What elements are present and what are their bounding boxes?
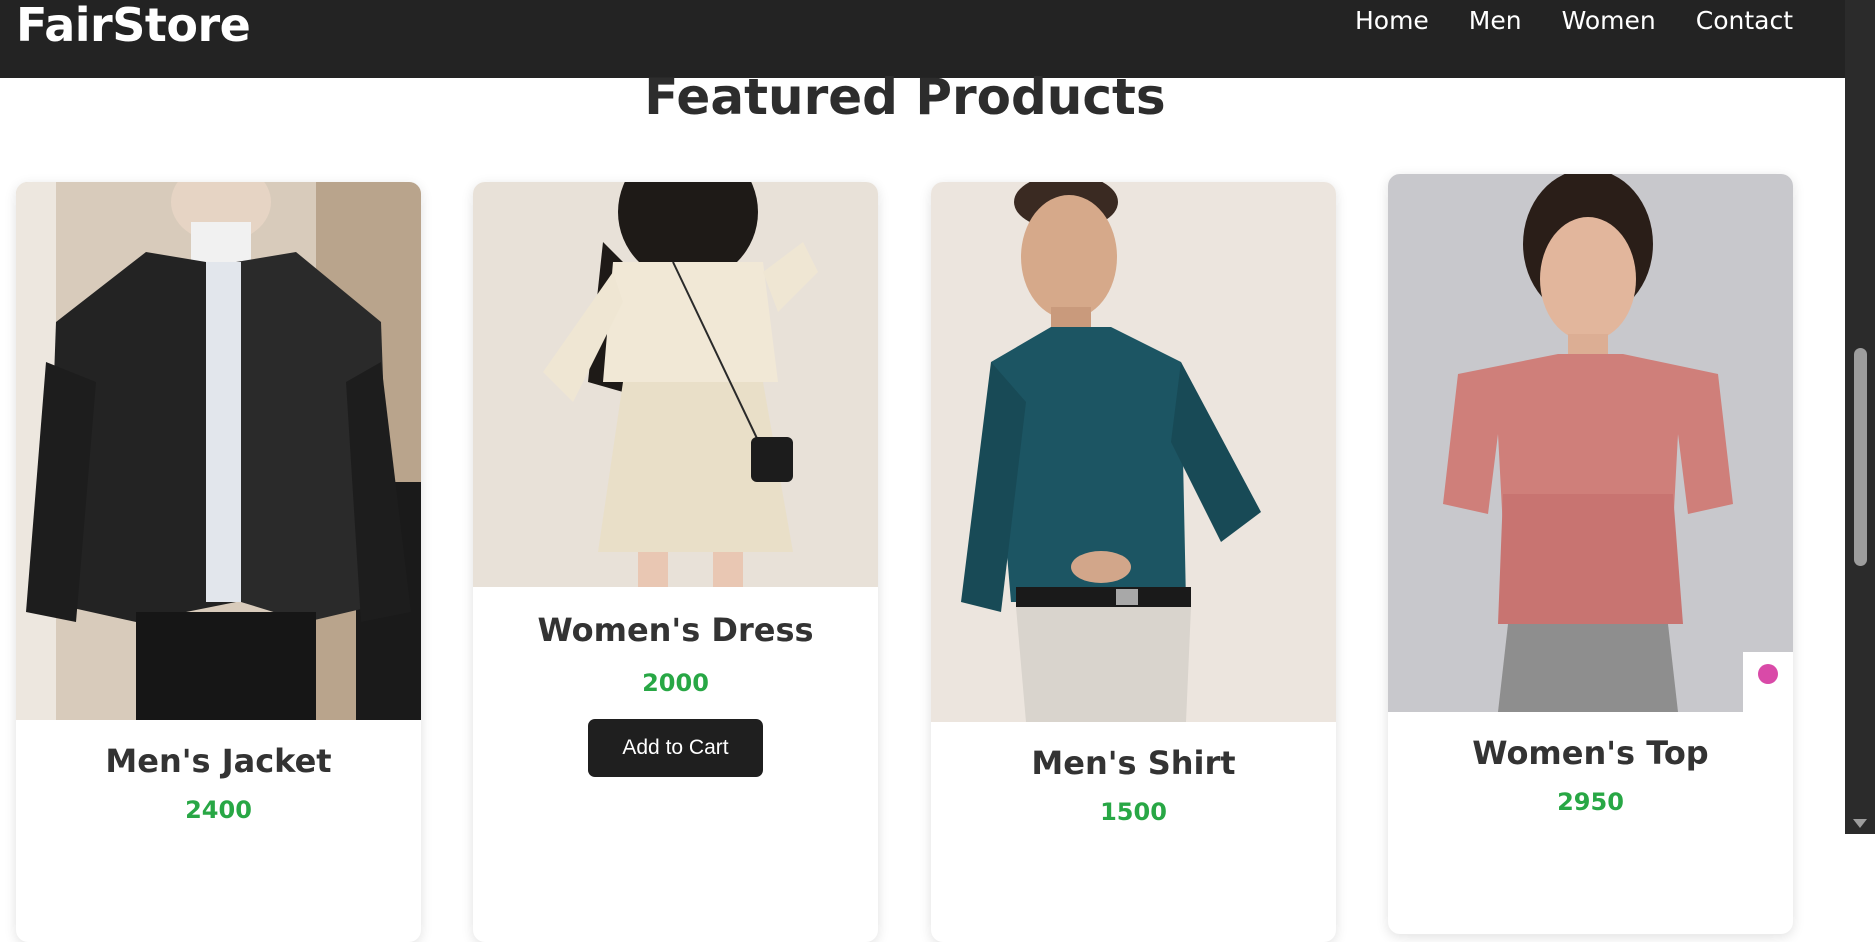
product-name: Men's Jacket [105,742,332,780]
product-card-womens-dress[interactable]: Women's Dress 2000 Add to Cart [473,182,878,942]
product-price: 2950 [1557,788,1624,816]
nav-women-link[interactable]: Women [1562,6,1656,35]
product-image-mens-jacket[interactable] [16,182,421,720]
scroll-down-arrow-icon[interactable] [1853,819,1867,828]
add-to-cart-button[interactable]: Add to Cart [588,719,763,777]
nav-home-link[interactable]: Home [1355,6,1429,35]
nav-links: Home Men Women Contact [1355,6,1793,35]
product-card-mens-shirt[interactable]: Men's Shirt 1500 [931,182,1336,942]
product-image-mens-shirt[interactable] [931,182,1336,722]
featured-products-title: Featured Products [644,68,1166,126]
scrollbar-thumb[interactable] [1854,348,1867,566]
product-name: Women's Top [1472,734,1709,772]
navbar: FairStore Home Men Women Contact [0,0,1845,78]
product-name: Men's Shirt [1031,744,1236,782]
product-price: 1500 [1100,798,1167,826]
product-card-womens-top[interactable]: Women's Top 2950 [1388,174,1793,934]
product-price: 2400 [185,796,252,824]
nav-contact-link[interactable]: Contact [1696,6,1793,35]
product-card-mens-jacket[interactable]: Men's Jacket 2400 [16,182,421,942]
nav-men-link[interactable]: Men [1469,6,1522,35]
product-image-womens-top[interactable] [1388,174,1793,712]
brand-logo[interactable]: FairStore [16,0,251,52]
product-name: Women's Dress [537,611,814,649]
product-image-womens-dress[interactable] [473,182,878,587]
product-price: 2000 [642,669,709,697]
page-scrollbar[interactable] [1845,0,1875,834]
